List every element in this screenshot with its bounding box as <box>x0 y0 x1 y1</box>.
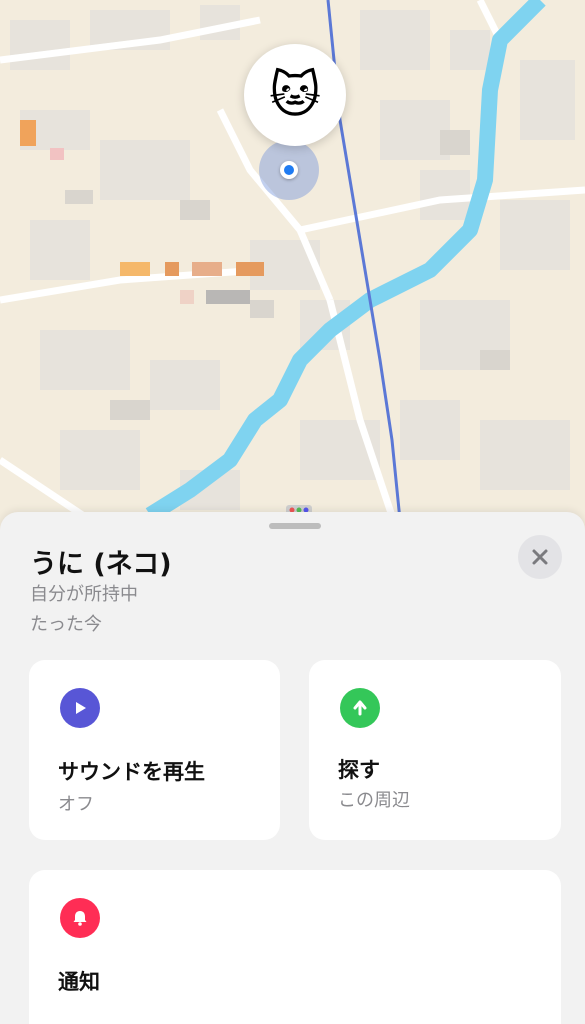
bell-icon <box>60 898 100 938</box>
find-label: 探す <box>338 758 380 782</box>
find-status: この周辺 <box>338 790 410 811</box>
notifications-label: 通知 <box>58 970 100 994</box>
play-sound-card[interactable]: サウンドを再生 オフ <box>29 660 280 840</box>
map-view[interactable]: 🐱 <box>0 0 585 560</box>
arrow-up-icon <box>340 688 380 728</box>
location-dot <box>280 161 298 179</box>
cat-emoji-icon: 🐱 <box>268 66 322 124</box>
notifications-card[interactable]: 通知 <box>29 870 561 1024</box>
sheet-grabber[interactable] <box>269 523 321 529</box>
play-sound-status: オフ <box>58 794 94 815</box>
play-sound-label: サウンドを再生 <box>58 760 205 784</box>
last-seen: たった今 <box>30 614 102 635</box>
close-icon <box>532 549 548 565</box>
screen: 🐱 うに (ネコ) 自分が所持中 たった今 サウンドを再生 オフ 探す この周辺… <box>0 0 585 1024</box>
item-detail-sheet: うに (ネコ) 自分が所持中 たった今 サウンドを再生 オフ 探す この周辺 通… <box>0 512 585 1024</box>
find-card[interactable]: 探す この周辺 <box>309 660 561 840</box>
item-name: うに (ネコ) <box>30 549 172 580</box>
close-button[interactable] <box>518 535 562 579</box>
play-icon <box>60 688 100 728</box>
item-pin[interactable]: 🐱 <box>244 44 346 146</box>
owner-status: 自分が所持中 <box>30 584 138 605</box>
